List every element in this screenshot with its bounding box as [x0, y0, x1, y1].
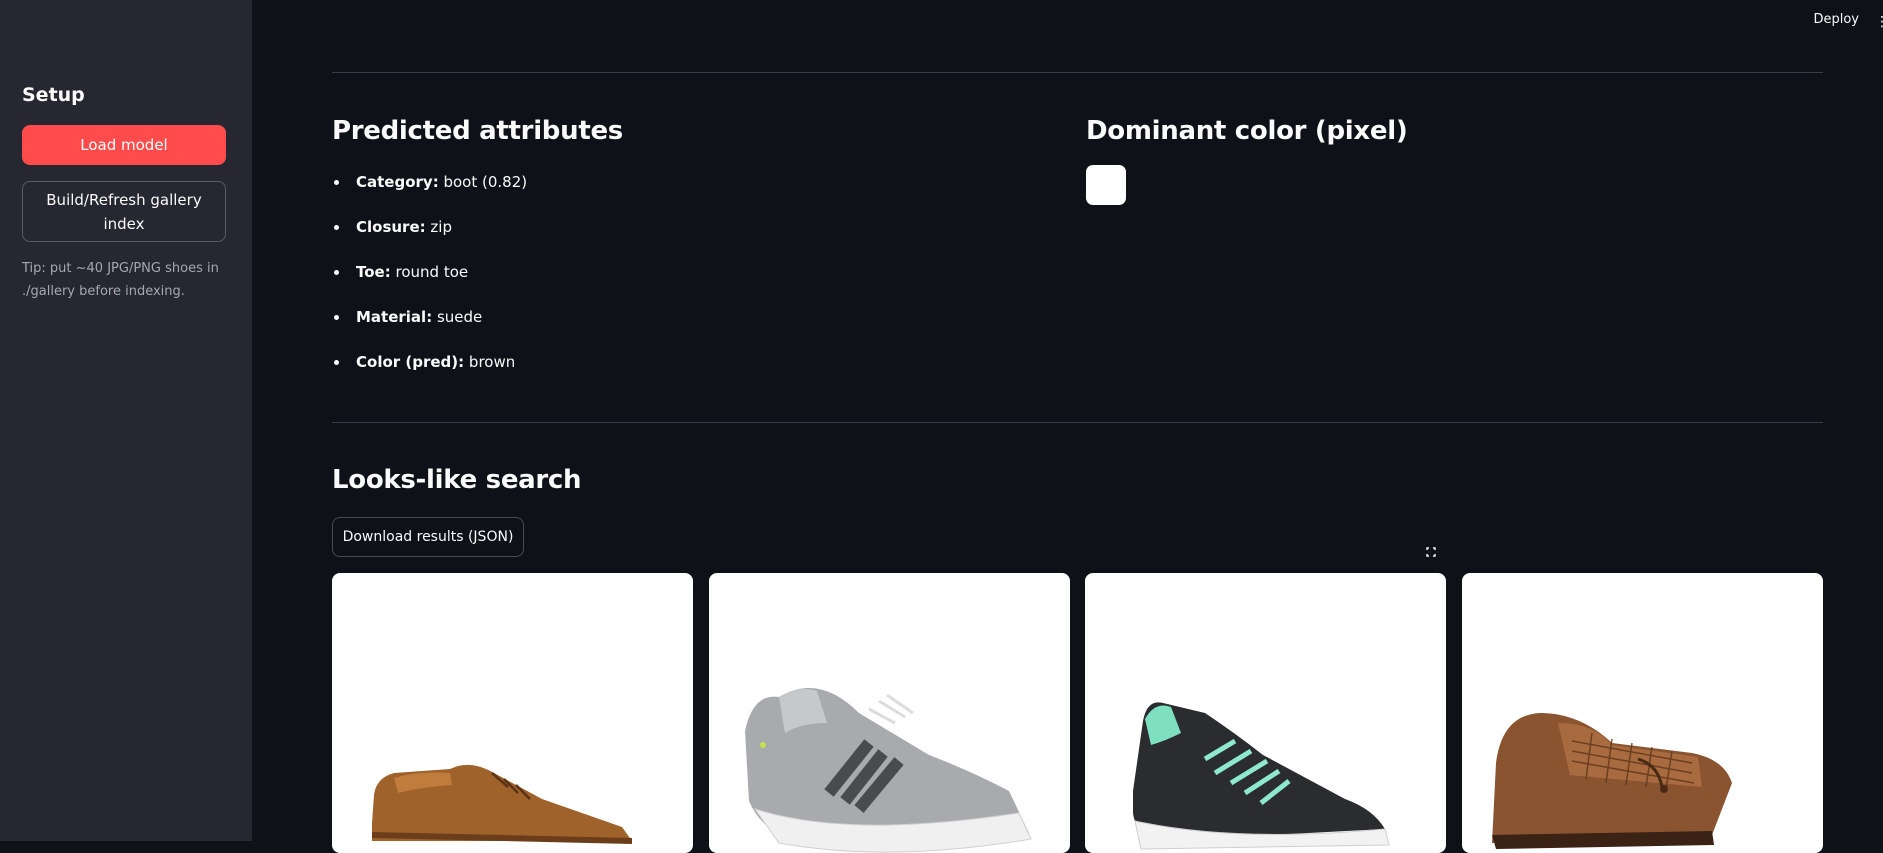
load-model-button[interactable]: Load model	[22, 125, 226, 165]
result-card[interactable]	[332, 573, 693, 853]
brown-woven-loafer-image	[1492, 713, 1732, 849]
attribute-item: Material: suede	[332, 302, 527, 347]
fullscreen-icon[interactable]	[1424, 545, 1438, 559]
attribute-value: suede	[436, 308, 483, 326]
download-results-button[interactable]: Download results (JSON)	[332, 517, 524, 557]
attribute-item: Toe: round toe	[332, 257, 527, 302]
attribute-value: round toe	[395, 263, 469, 281]
attribute-value: brown	[468, 353, 516, 371]
divider	[332, 422, 1823, 423]
result-card[interactable]	[1085, 573, 1446, 853]
attribute-key: Material:	[356, 308, 433, 326]
sidebar-title: Setup	[22, 84, 85, 106]
attribute-key: Category:	[356, 173, 439, 191]
dominant-color-swatch	[1086, 165, 1126, 205]
result-card[interactable]	[709, 573, 1070, 853]
black-mint-running-shoe-image	[1133, 702, 1390, 850]
attribute-list: Category: boot (0.82) Closure: zip Toe: …	[332, 167, 527, 392]
predicted-attributes-title: Predicted attributes	[332, 116, 623, 146]
deploy-button[interactable]: Deploy	[1813, 12, 1859, 27]
attribute-key: Closure:	[356, 218, 426, 236]
sidebar: Setup Load model Build/Refresh gallery i…	[0, 0, 252, 841]
grey-running-shoe-image	[745, 688, 1032, 853]
dominant-color-title: Dominant color (pixel)	[1086, 116, 1408, 146]
main-menu-icon[interactable]: ⋮	[1875, 12, 1883, 32]
attribute-item: Closure: zip	[332, 212, 527, 257]
attribute-key: Toe:	[356, 263, 391, 281]
attribute-item: Color (pred): brown	[332, 347, 527, 392]
brown-leather-sneaker-image	[371, 764, 633, 844]
attribute-key: Color (pred):	[356, 353, 465, 371]
looks-like-search-title: Looks-like search	[332, 465, 582, 495]
sidebar-tip: Tip: put ~40 JPG/PNG shoes in ./gallery …	[22, 261, 219, 299]
build-gallery-index-button[interactable]: Build/Refresh gallery index	[22, 181, 226, 242]
divider	[332, 72, 1823, 73]
result-card[interactable]	[1462, 573, 1823, 853]
attribute-value: boot (0.82)	[443, 173, 528, 191]
attribute-item: Category: boot (0.82)	[332, 167, 527, 212]
attribute-value: zip	[430, 218, 452, 236]
